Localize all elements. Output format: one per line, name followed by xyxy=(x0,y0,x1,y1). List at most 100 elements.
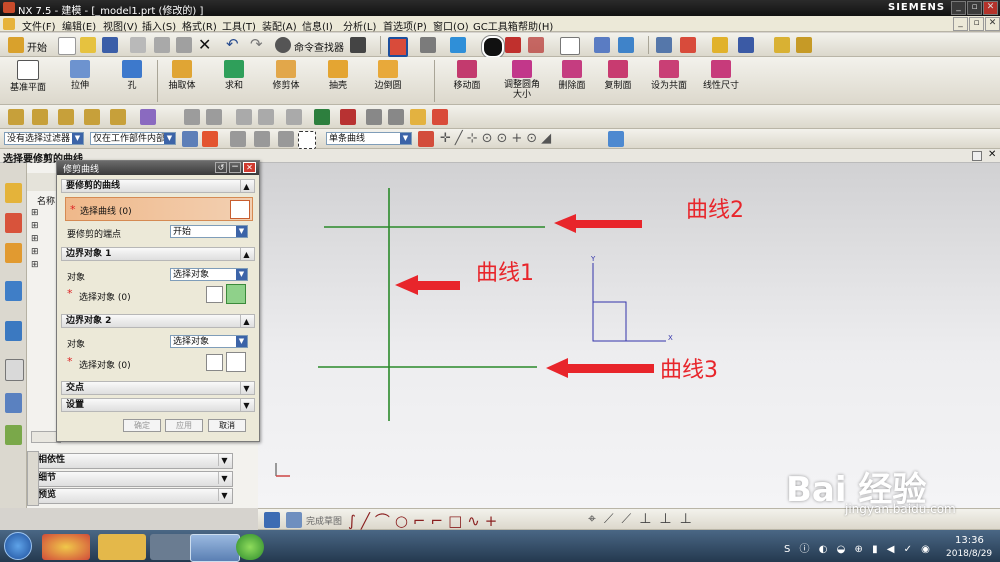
trim-body-button[interactable]: 修剪体 xyxy=(262,60,310,104)
start-button-label[interactable]: 开始 xyxy=(27,39,47,54)
cue-close-icon[interactable]: ✕ xyxy=(988,149,996,160)
sync-tool6-icon[interactable] xyxy=(140,109,156,125)
cancel-button[interactable]: 取消 xyxy=(208,419,246,432)
move-face-button[interactable]: 移动面 xyxy=(443,60,491,104)
finish-sketch-label[interactable]: 完成草图 xyxy=(306,514,342,527)
save-icon[interactable] xyxy=(102,37,118,53)
sync-tool5-icon[interactable] xyxy=(110,109,126,125)
select-curve-icon[interactable] xyxy=(230,200,250,219)
menu-insert[interactable]: 插入(S) xyxy=(142,18,176,33)
analysis-icon[interactable] xyxy=(712,37,728,53)
finish-sketch-icon[interactable] xyxy=(286,512,302,528)
unite-button[interactable]: 求和 xyxy=(210,60,258,104)
sketch-constraint-icons[interactable]: ⌖⟋⟋⊥⊥⊥ xyxy=(588,511,700,527)
part-navigator-icon[interactable] xyxy=(5,243,22,263)
clock-date[interactable]: 2018/8/29 xyxy=(946,549,992,559)
measure-icon[interactable] xyxy=(738,37,754,53)
layer-icon[interactable] xyxy=(420,37,436,53)
linear-dimension-button[interactable]: 线性尺寸 xyxy=(697,60,745,104)
boundary-1-point-icon[interactable] xyxy=(206,286,223,303)
system-tray-icons[interactable]: S ⓘ ◐ ◒ ⊕ ▮ ◀ ✓ ◉ xyxy=(784,540,944,555)
curve-rule-dropdown[interactable]: 单条曲线 ▼ xyxy=(326,132,412,145)
sketch-curve-icons[interactable]: ∫╱⌒○⌐⌐□∿+ xyxy=(348,510,502,531)
doc-restore-icon[interactable]: ▫ xyxy=(969,17,984,31)
ruler-icon[interactable] xyxy=(774,37,790,53)
history-icon[interactable] xyxy=(5,359,24,381)
apply-button[interactable]: 应用 xyxy=(165,419,203,432)
section-curve-to-trim[interactable]: 要修剪的曲线 ▲ xyxy=(61,179,255,193)
system-materials-icon[interactable] xyxy=(5,393,22,413)
assembly-icon[interactable] xyxy=(656,37,672,53)
section-settings[interactable]: 设置 ▼ xyxy=(61,398,255,412)
close-icon[interactable]: ✕ xyxy=(983,1,998,15)
assembly-navigator-icon[interactable] xyxy=(5,183,22,203)
doc-minimize-icon[interactable]: _ xyxy=(953,17,968,31)
command-finder-icon[interactable] xyxy=(275,37,291,53)
move-wcs-icon[interactable] xyxy=(618,37,634,53)
taskbar-app-nx[interactable] xyxy=(190,534,240,562)
copy-icon[interactable] xyxy=(154,37,170,53)
restore-icon[interactable]: ▫ xyxy=(967,1,982,15)
paste-icon[interactable] xyxy=(176,37,192,53)
menu-gc-toolbox[interactable]: GC工具箱 xyxy=(473,18,518,33)
extract-body-button[interactable]: 抽取体 xyxy=(158,60,206,104)
select-curve-row[interactable]: * 选择曲线 (0) xyxy=(65,197,253,221)
boundary-2-select-icon[interactable] xyxy=(226,352,246,372)
markup-icon[interactable] xyxy=(432,109,448,125)
snap-icons-group[interactable]: ✛╱⊹⊙⊙+⊙◢ xyxy=(440,131,555,146)
select-all-icon[interactable] xyxy=(202,131,218,147)
ok-button[interactable]: 确定 xyxy=(123,419,161,432)
delete-face-button[interactable]: 删除面 xyxy=(548,60,596,104)
selection-scope-dropdown[interactable]: 仅在工作部件内部 ▼ xyxy=(90,132,176,145)
wcs-icon[interactable] xyxy=(594,37,610,53)
taskbar-app-pinwheel[interactable] xyxy=(42,534,90,560)
menu-help[interactable]: 帮助(H) xyxy=(518,18,553,33)
render-style-icon[interactable] xyxy=(505,37,521,53)
menu-tools[interactable]: 工具(T) xyxy=(222,18,256,33)
section-intersection[interactable]: 交点 ▼ xyxy=(61,381,255,395)
view-cube-icon[interactable] xyxy=(450,37,466,53)
end-to-trim-dropdown[interactable]: 开始 ▼ xyxy=(170,225,248,238)
sync-tool1-icon[interactable] xyxy=(8,109,24,125)
constraint-navigator-icon[interactable] xyxy=(5,213,22,233)
web-browser-icon[interactable] xyxy=(5,321,22,341)
extrude-button[interactable]: 拉伸 xyxy=(56,60,104,104)
selection-tool3-icon[interactable] xyxy=(278,131,294,147)
reuse-library-icon[interactable] xyxy=(5,281,22,301)
edge-style-icon[interactable] xyxy=(528,37,544,53)
menu-format[interactable]: 格式(R) xyxy=(182,18,217,33)
background-icon[interactable] xyxy=(560,37,580,55)
taskbar-app-explorer[interactable] xyxy=(98,534,146,560)
graphics-window[interactable]: Y X 曲线2 曲线1 曲线3 xyxy=(258,163,1000,508)
selection-filter-dropdown[interactable]: 没有选择过滤器 ▼ xyxy=(4,132,84,145)
taskbar-app-green[interactable] xyxy=(236,534,264,560)
sync-tool4-icon[interactable] xyxy=(84,109,100,125)
menu-info[interactable]: 信息(I) xyxy=(302,18,333,33)
curve-rule-icon[interactable] xyxy=(418,131,434,147)
sketch-icon[interactable] xyxy=(264,512,280,528)
menu-analysis[interactable]: 分析(L) xyxy=(343,18,376,33)
selection-tool2-icon[interactable] xyxy=(254,131,270,147)
edge-blend-button[interactable]: 边倒圆 xyxy=(364,60,412,104)
boundary-2-object-dropdown[interactable]: 选择对象 ▼ xyxy=(170,335,248,348)
snap-point-icon[interactable] xyxy=(182,131,198,147)
command-finder-label[interactable]: 命令查找器 xyxy=(294,39,344,54)
menu-assembly[interactable]: 装配(A) xyxy=(262,18,297,33)
boundary-1-object-dropdown[interactable]: 选择对象 ▼ xyxy=(170,268,248,281)
delete-icon[interactable]: ✕ xyxy=(198,35,211,54)
doc-close-icon[interactable]: ✕ xyxy=(985,17,1000,31)
start-icon[interactable] xyxy=(8,37,24,53)
navigator-dependencies[interactable]: 相依性 ▼ xyxy=(33,453,233,469)
angle-icon[interactable] xyxy=(796,37,812,53)
hole-button[interactable]: 孔 xyxy=(108,60,156,104)
roles-icon[interactable] xyxy=(5,425,22,445)
shaded-icon[interactable] xyxy=(481,35,505,59)
cut-icon[interactable] xyxy=(130,37,146,53)
cue-restore-icon[interactable] xyxy=(972,151,982,161)
navigator-preview[interactable]: 预览 ▼ xyxy=(33,488,233,504)
rectangle-select-icon[interactable] xyxy=(298,131,316,149)
copy-face-button[interactable]: 复制面 xyxy=(594,60,642,104)
dialog-collapse-icon[interactable]: − xyxy=(229,162,241,173)
pencil-icon[interactable] xyxy=(410,109,426,125)
selection-tool-icon[interactable] xyxy=(230,131,246,147)
